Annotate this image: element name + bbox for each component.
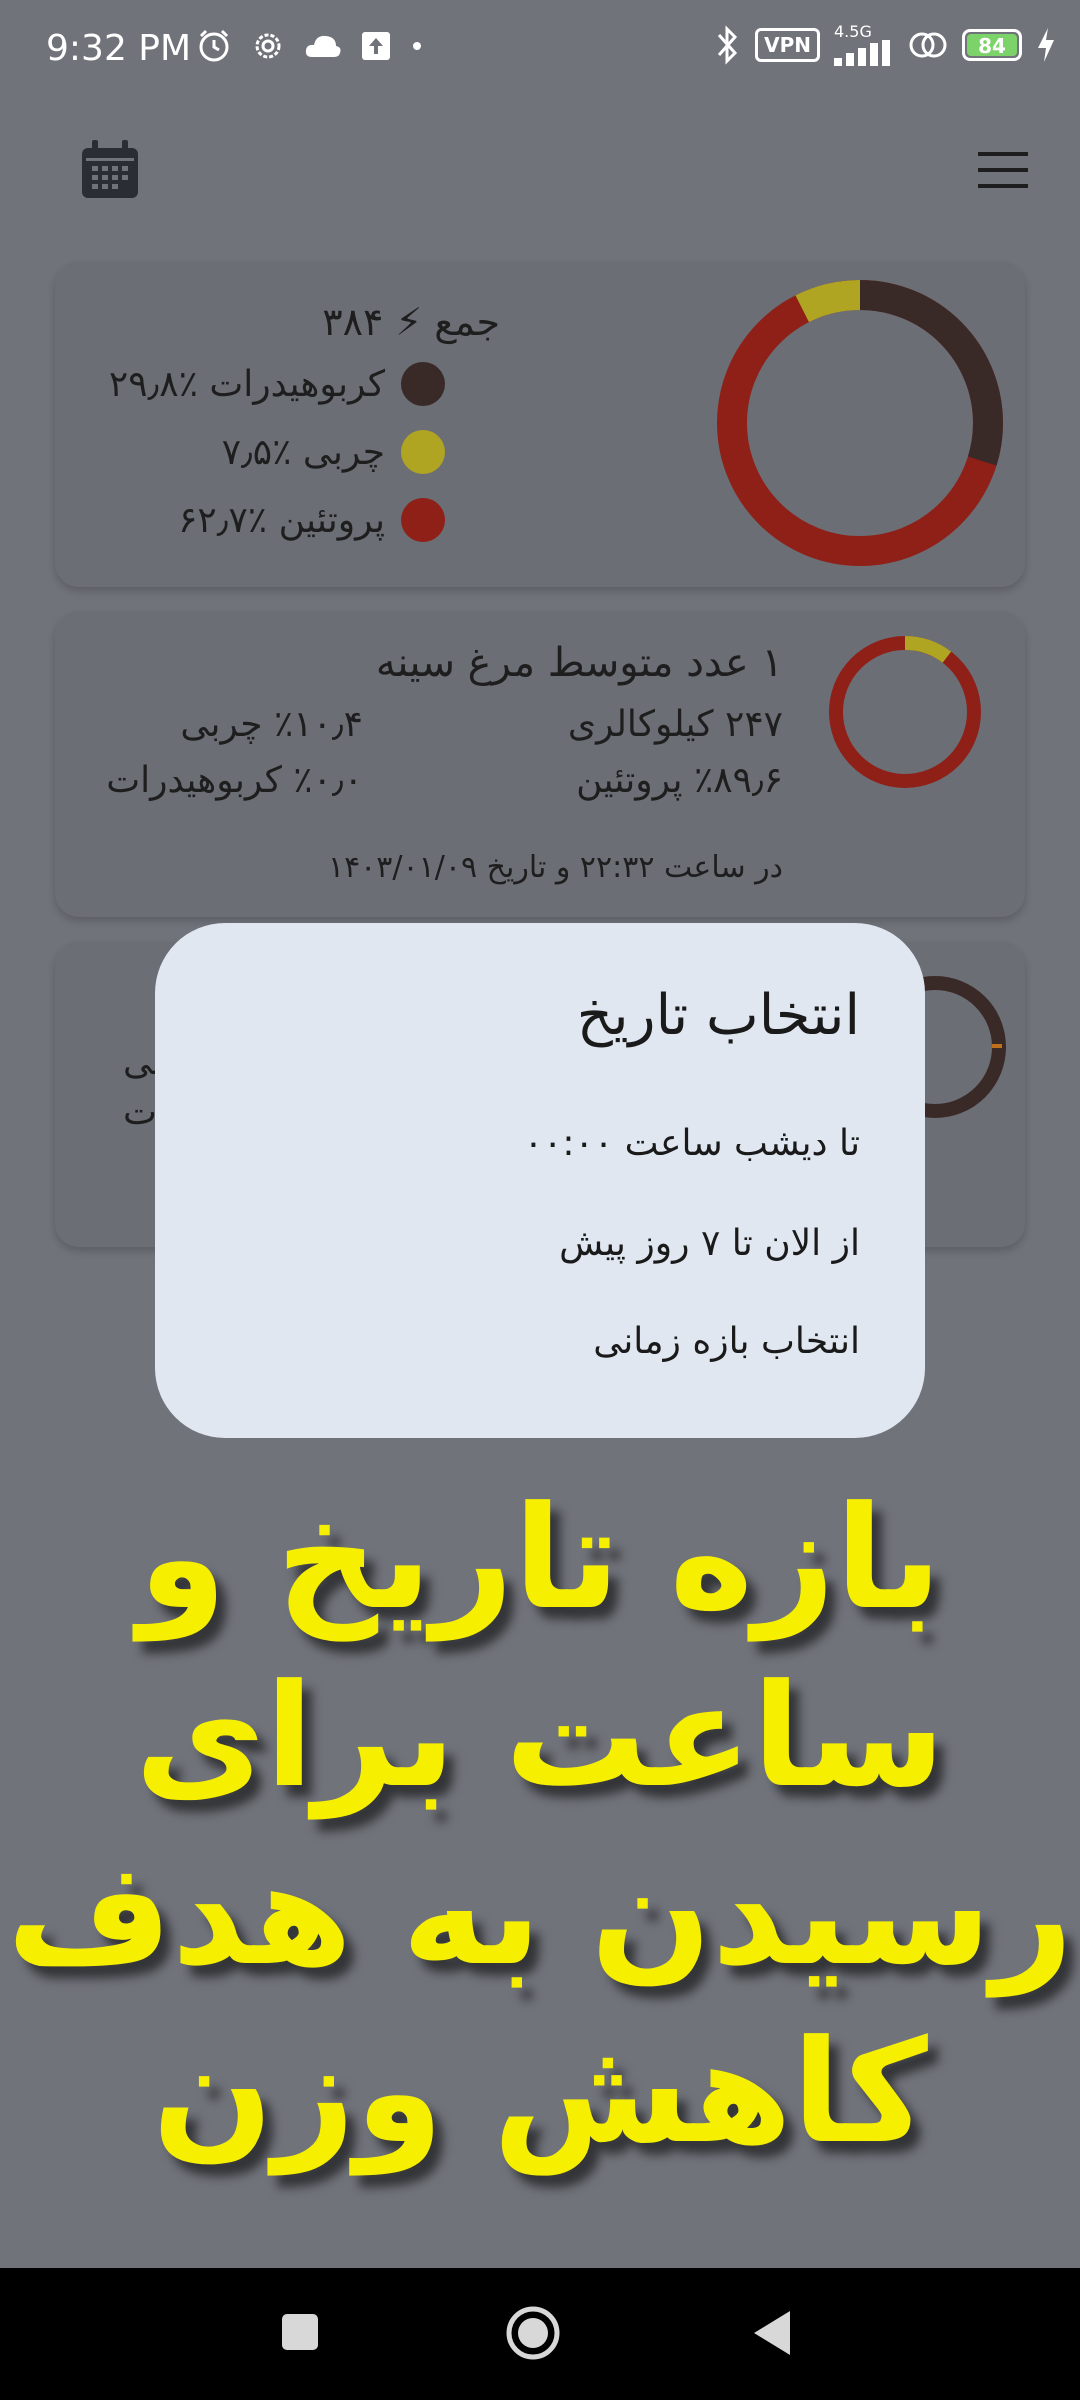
partial-card-line-2: ت: [123, 1092, 157, 1133]
meal-timestamp: در ساعت ۲۲:۳۲ و تاریخ ۱۴۰۳/۰۱/۰۹: [327, 850, 783, 885]
recents-button[interactable]: [280, 2312, 320, 2352]
meal-donut-chart: [829, 636, 981, 788]
status-time: 9:32 PM: [46, 28, 192, 69]
alarm-icon: [199, 29, 229, 62]
option-last-7-days[interactable]: از الان تا ۷ روز پیش: [559, 1223, 860, 1264]
dialog-title: انتخاب تاریخ: [576, 983, 860, 1048]
calendar-button[interactable]: [80, 140, 140, 200]
meal-donut-protein-segment: [829, 636, 981, 788]
macro-donut-chart: [717, 280, 1003, 566]
network-type-label: 4.5G: [834, 22, 872, 41]
date-range-dialog: انتخاب تاریخ تا دیشب ساعت ۰۰:۰۰ از الان …: [155, 923, 925, 1438]
fat-color-dot: [401, 430, 445, 474]
legend-label-protein: پروتئین ٪۶۲٫۷: [178, 499, 385, 541]
charging-icon: [1038, 28, 1054, 62]
status-right-icons: VPN 4.5G 84: [715, 24, 1056, 66]
back-button[interactable]: [750, 2308, 794, 2358]
promo-caption-line: ساعت برای: [134, 1654, 946, 1819]
cloud-icon: [305, 35, 341, 57]
menu-button[interactable]: [978, 150, 1028, 190]
meal-carbs: ٪۰٫۰ کربوهیدرات: [106, 760, 363, 801]
promo-caption-line: رسیدن به هدف: [6, 1832, 1074, 1997]
battery-level: 84: [967, 34, 1017, 58]
promo-caption-line: کاهش وزن: [152, 2010, 928, 2175]
dot-icon: [413, 42, 421, 50]
status-left-icons: [196, 28, 424, 64]
bluetooth-icon: [718, 25, 738, 65]
settings-icon: [255, 33, 281, 59]
calendar-icon: [82, 140, 138, 198]
navigation-bar: [0, 2268, 1080, 2400]
signal-bars-icon: [834, 40, 890, 66]
hotspot-icon: [909, 32, 947, 58]
vpn-icon: VPN: [755, 28, 820, 62]
summary-card: جمع ⚡ ۳۸۴ کربوهیدرات ٪۲۹٫۸ چربی ٪۷٫۵ پرو…: [55, 262, 1025, 587]
battery-icon: 84: [962, 29, 1022, 61]
status-bar: 9:32 PM VPN 4.5G 84: [0, 0, 1080, 100]
upload-icon: [362, 32, 390, 60]
menu-icon: [978, 152, 1028, 188]
meal-card[interactable]: ۱ عدد متوسط مرغ سینه ۲۴۷ کیلوکالری ٪۸۹٫۶…: [55, 612, 1025, 917]
legend-item-protein: پروتئین ٪۶۲٫۷: [178, 498, 445, 542]
legend-item-carbs: کربوهیدرات ٪۲۹٫۸: [109, 362, 445, 406]
meal-calories: ۲۴۷ کیلوکالری: [567, 704, 783, 745]
meal-protein: ٪۸۹٫۶ پروتئین: [576, 760, 783, 801]
legend-label-fat: چربی ٪۷٫۵: [221, 431, 385, 473]
total-calories-label: جمع ⚡ ۳۸۴: [322, 300, 500, 344]
legend-item-fat: چربی ٪۷٫۵: [222, 430, 445, 474]
promo-caption: بازه تاریخ و ساعت برای رسیدن به هدف کاهش…: [0, 1470, 1080, 2182]
option-until-last-night[interactable]: تا دیشب ساعت ۰۰:۰۰: [524, 1123, 860, 1164]
carbs-color-dot: [401, 362, 445, 406]
meal-title: ۱ عدد متوسط مرغ سینه: [375, 640, 783, 686]
option-custom-range[interactable]: انتخاب بازه زمانی: [593, 1321, 860, 1362]
home-button[interactable]: [505, 2305, 561, 2361]
meal-fat: ٪۱۰٫۴ چربی: [180, 704, 363, 745]
protein-color-dot: [401, 498, 445, 542]
signal-icon: 4.5G: [834, 24, 894, 66]
promo-caption-line: بازه تاریخ و: [138, 1476, 942, 1641]
legend-label-carbs: کربوهیدرات ٪۲۹٫۸: [108, 363, 385, 405]
meal-2-donut-fat-segment: [992, 1044, 1002, 1048]
